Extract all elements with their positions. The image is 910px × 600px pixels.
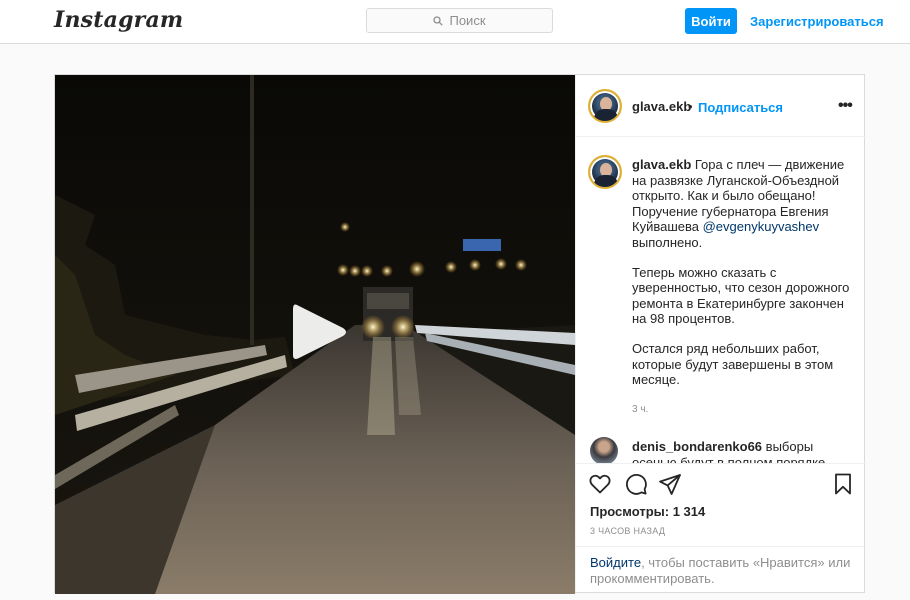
bookmark-icon[interactable] [831,472,855,496]
post-header: glava.ekb • Подписаться ••• [576,75,866,137]
separator-dot: • [688,99,693,114]
login-prompt: Войдите, чтобы поставить «Нравится» или … [576,546,866,594]
caption-mention-link[interactable]: @evgenykuyvashev [703,219,820,234]
search-placeholder: Поиск [449,13,486,28]
avatar-suit [594,109,618,121]
caption-paragraph-3: Остался ряд небольших работ, которые буд… [632,340,834,388]
play-icon[interactable] [291,301,349,363]
commenter-username[interactable]: denis_bondarenko66 [632,439,762,454]
comment-item: denis_bondarenko66 выборы осенью будут в… [632,439,854,463]
search-input[interactable]: Поиск [366,8,553,33]
post-actions: Просмотры: 1 314 3 часов назад Войдите, … [576,463,866,593]
top-navigation-bar: Instagram Поиск Войти Зарегистрироваться [0,0,910,44]
heart-icon[interactable] [588,472,612,496]
instagram-logo[interactable]: Instagram [54,7,183,33]
post-caption: glava.ekb Гора с плеч — движение на разв… [632,157,854,402]
more-options-icon[interactable]: ••• [838,97,853,115]
avatar-suit [594,175,618,187]
caption-text-end: выполнено. [632,234,703,250]
share-icon[interactable] [658,472,682,496]
author-username[interactable]: glava.ekb [632,99,691,114]
comment-icon[interactable] [624,472,648,496]
comment-text: выборы [765,439,814,454]
login-prompt-link[interactable]: Войдите [590,555,641,570]
caption-paragraph-2: Теперь можно сказать с уверенностью, что… [632,264,850,327]
views-count[interactable]: Просмотры: 1 314 [590,504,705,519]
signup-link[interactable]: Зарегистрироваться [750,14,884,29]
caption-avatar[interactable] [588,155,622,189]
comment-text-cut: осенью будут в полном порядке [632,455,826,463]
post-card: glava.ekb • Подписаться ••• glava.ekb Го… [54,74,866,594]
commenter-avatar[interactable] [590,437,618,463]
post-sidebar: glava.ekb • Подписаться ••• glava.ekb Го… [575,75,866,593]
comments-list[interactable]: glava.ekb Гора с плеч — движение на разв… [576,137,866,463]
post-timestamp[interactable]: 3 часов назад [590,526,665,536]
caption-username[interactable]: glava.ekb [632,157,691,172]
caption-timestamp[interactable]: 3 ч. [632,404,648,415]
author-avatar[interactable] [588,89,622,123]
views-label: Просмотры: [590,504,670,519]
video-player[interactable] [55,75,575,594]
views-number: 1 314 [672,504,706,519]
search-icon [433,15,444,26]
login-button[interactable]: Войти [685,8,737,34]
follow-button[interactable]: Подписаться [698,100,783,115]
